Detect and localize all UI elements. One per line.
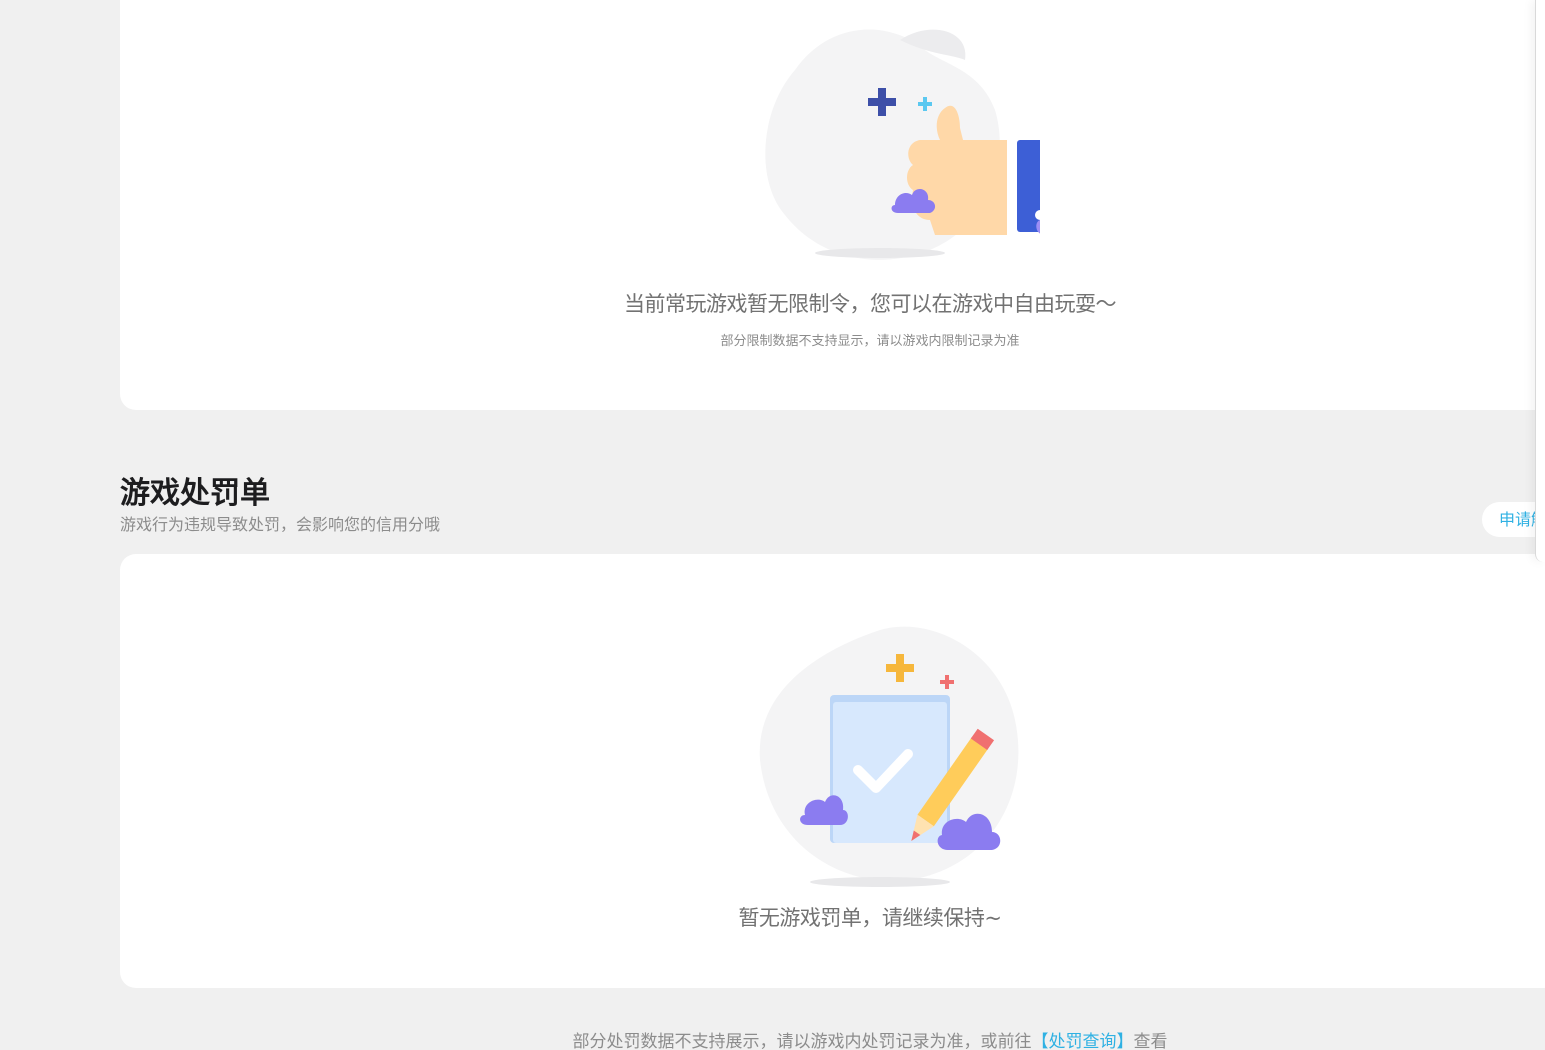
penalty-empty-title: 暂无游戏罚单，请继续保持~ <box>738 906 1002 930</box>
restriction-card: 当前常玩游戏暂无限制令，您可以在游戏中自由玩耍～ 部分限制数据不支持显示，请以游… <box>120 0 1545 410</box>
checklist-pencil-icon <box>759 626 1019 887</box>
thumbs-up-icon <box>765 29 1040 260</box>
footer-note-suffix: 查看 <box>1133 1032 1168 1050</box>
penalty-section-title: 游戏处罚单 <box>120 476 270 511</box>
restriction-empty-subtitle: 部分限制数据不支持显示，请以游戏内限制记录为准 <box>720 334 1020 349</box>
restriction-empty-title: 当前常玩游戏暂无限制令，您可以在游戏中自由玩耍～ <box>624 292 1117 316</box>
penalty-section-subtitle: 游戏行为违规导致处罚，会影响您的信用分哦 <box>120 515 441 534</box>
footer-note-text: 部分处罚数据不支持展示，请以游戏内处罚记录为准，或前往 <box>572 1032 1032 1050</box>
penalty-query-link[interactable]: 【处罚查询】 <box>1032 1032 1134 1050</box>
side-panel-edge <box>1535 0 1545 562</box>
penalty-card: 暂无游戏罚单，请继续保持~ <box>120 554 1545 988</box>
footer-note: 部分处罚数据不支持展示，请以游戏内处罚记录为准，或前往【处罚查询】查看 <box>0 1027 1545 1050</box>
